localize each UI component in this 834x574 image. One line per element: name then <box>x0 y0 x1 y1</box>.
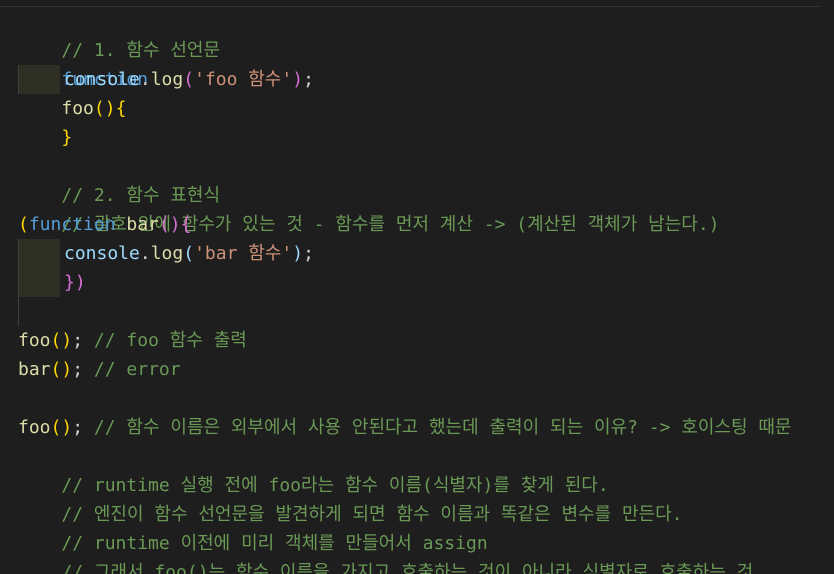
paren: () <box>93 98 116 119</box>
comment: // error <box>93 359 181 380</box>
paren: () <box>50 330 73 351</box>
outer-paren: ( <box>18 214 29 235</box>
code-line-10: }) <box>18 268 86 297</box>
code-line-12: foo(); // foo 함수 출력 <box>18 326 247 355</box>
dot: . <box>139 69 151 90</box>
semicolon: ; <box>72 359 84 380</box>
dot: . <box>139 243 151 264</box>
code-line-4: } <box>18 94 72 148</box>
code-line-8: (function bar(){ <box>18 210 191 239</box>
method: log <box>150 243 184 264</box>
open-brace: { <box>115 98 127 119</box>
function-name: bar <box>18 359 51 380</box>
comment: // foo 함수 출력 <box>93 330 247 351</box>
semicolon: ; <box>303 243 314 264</box>
open-brace: { <box>180 214 192 235</box>
paren-close: ) <box>292 69 304 90</box>
semicolon: ; <box>303 69 314 90</box>
function-name: bar <box>126 214 159 235</box>
paren: () <box>50 417 73 438</box>
code-line-13: bar(); // error <box>18 355 181 384</box>
comment: // 그래서 foo()는 함수 이름을 가지고 호출하는 것이 아니라 식별자… <box>61 562 754 574</box>
code-line-16: // runtime 실행 전에 foo라는 함수 이름(식별자)를 찾게 된다… <box>18 442 608 496</box>
semicolon: ; <box>72 330 84 351</box>
code-line-17: // 엔진이 함수 선언문을 발견하게 되면 함수 이름과 똑같은 변수를 만든… <box>18 471 682 525</box>
paren: () <box>50 359 73 380</box>
function-name: foo <box>18 330 51 351</box>
object: console <box>64 69 140 90</box>
code-line-3: console.log('foo 함수'); <box>18 65 314 94</box>
close-brace-paren: }) <box>64 272 86 293</box>
close-brace: } <box>61 127 73 148</box>
function-name: foo <box>18 417 51 438</box>
code-line-19: // 그래서 foo()는 함수 이름을 가지고 호출하는 것이 아니라 식별자… <box>18 529 753 574</box>
editor-top-border <box>0 0 820 7</box>
keyword: function <box>28 214 116 235</box>
paren: () <box>158 214 181 235</box>
code-line-7: // 괄호 안에 함수가 있는 것 - 함수를 먼저 계산 -> (계산된 객체… <box>18 181 719 235</box>
code-line-9: console.log('bar 함수'); <box>18 239 314 268</box>
string: 'bar 함수' <box>194 243 293 264</box>
code-editor[interactable]: // 1. 함수 선언문 function foo(){ console.log… <box>0 0 834 574</box>
paren-close: ) <box>292 243 304 264</box>
comment: // 함수 이름은 외부에서 사용 안된다고 했는데 출력이 되는 이유? ->… <box>93 417 792 438</box>
method: log <box>150 69 184 90</box>
paren-open: ( <box>183 243 195 264</box>
code-line-15: foo(); // 함수 이름은 외부에서 사용 안된다고 했는데 출력이 되는… <box>18 413 791 442</box>
code-line-2: function foo(){ <box>18 36 148 119</box>
indent-guide <box>18 297 60 326</box>
object: console <box>64 243 140 264</box>
paren-open: ( <box>183 69 195 90</box>
code-line-18: // runtime 이전에 미리 객체를 만들어서 assign <box>18 500 487 554</box>
code-line-1: // 1. 함수 선언문 <box>18 7 220 61</box>
code-line-6: // 2. 함수 표현식 <box>18 152 220 206</box>
semicolon: ; <box>72 417 84 438</box>
string: 'foo 함수' <box>194 69 293 90</box>
